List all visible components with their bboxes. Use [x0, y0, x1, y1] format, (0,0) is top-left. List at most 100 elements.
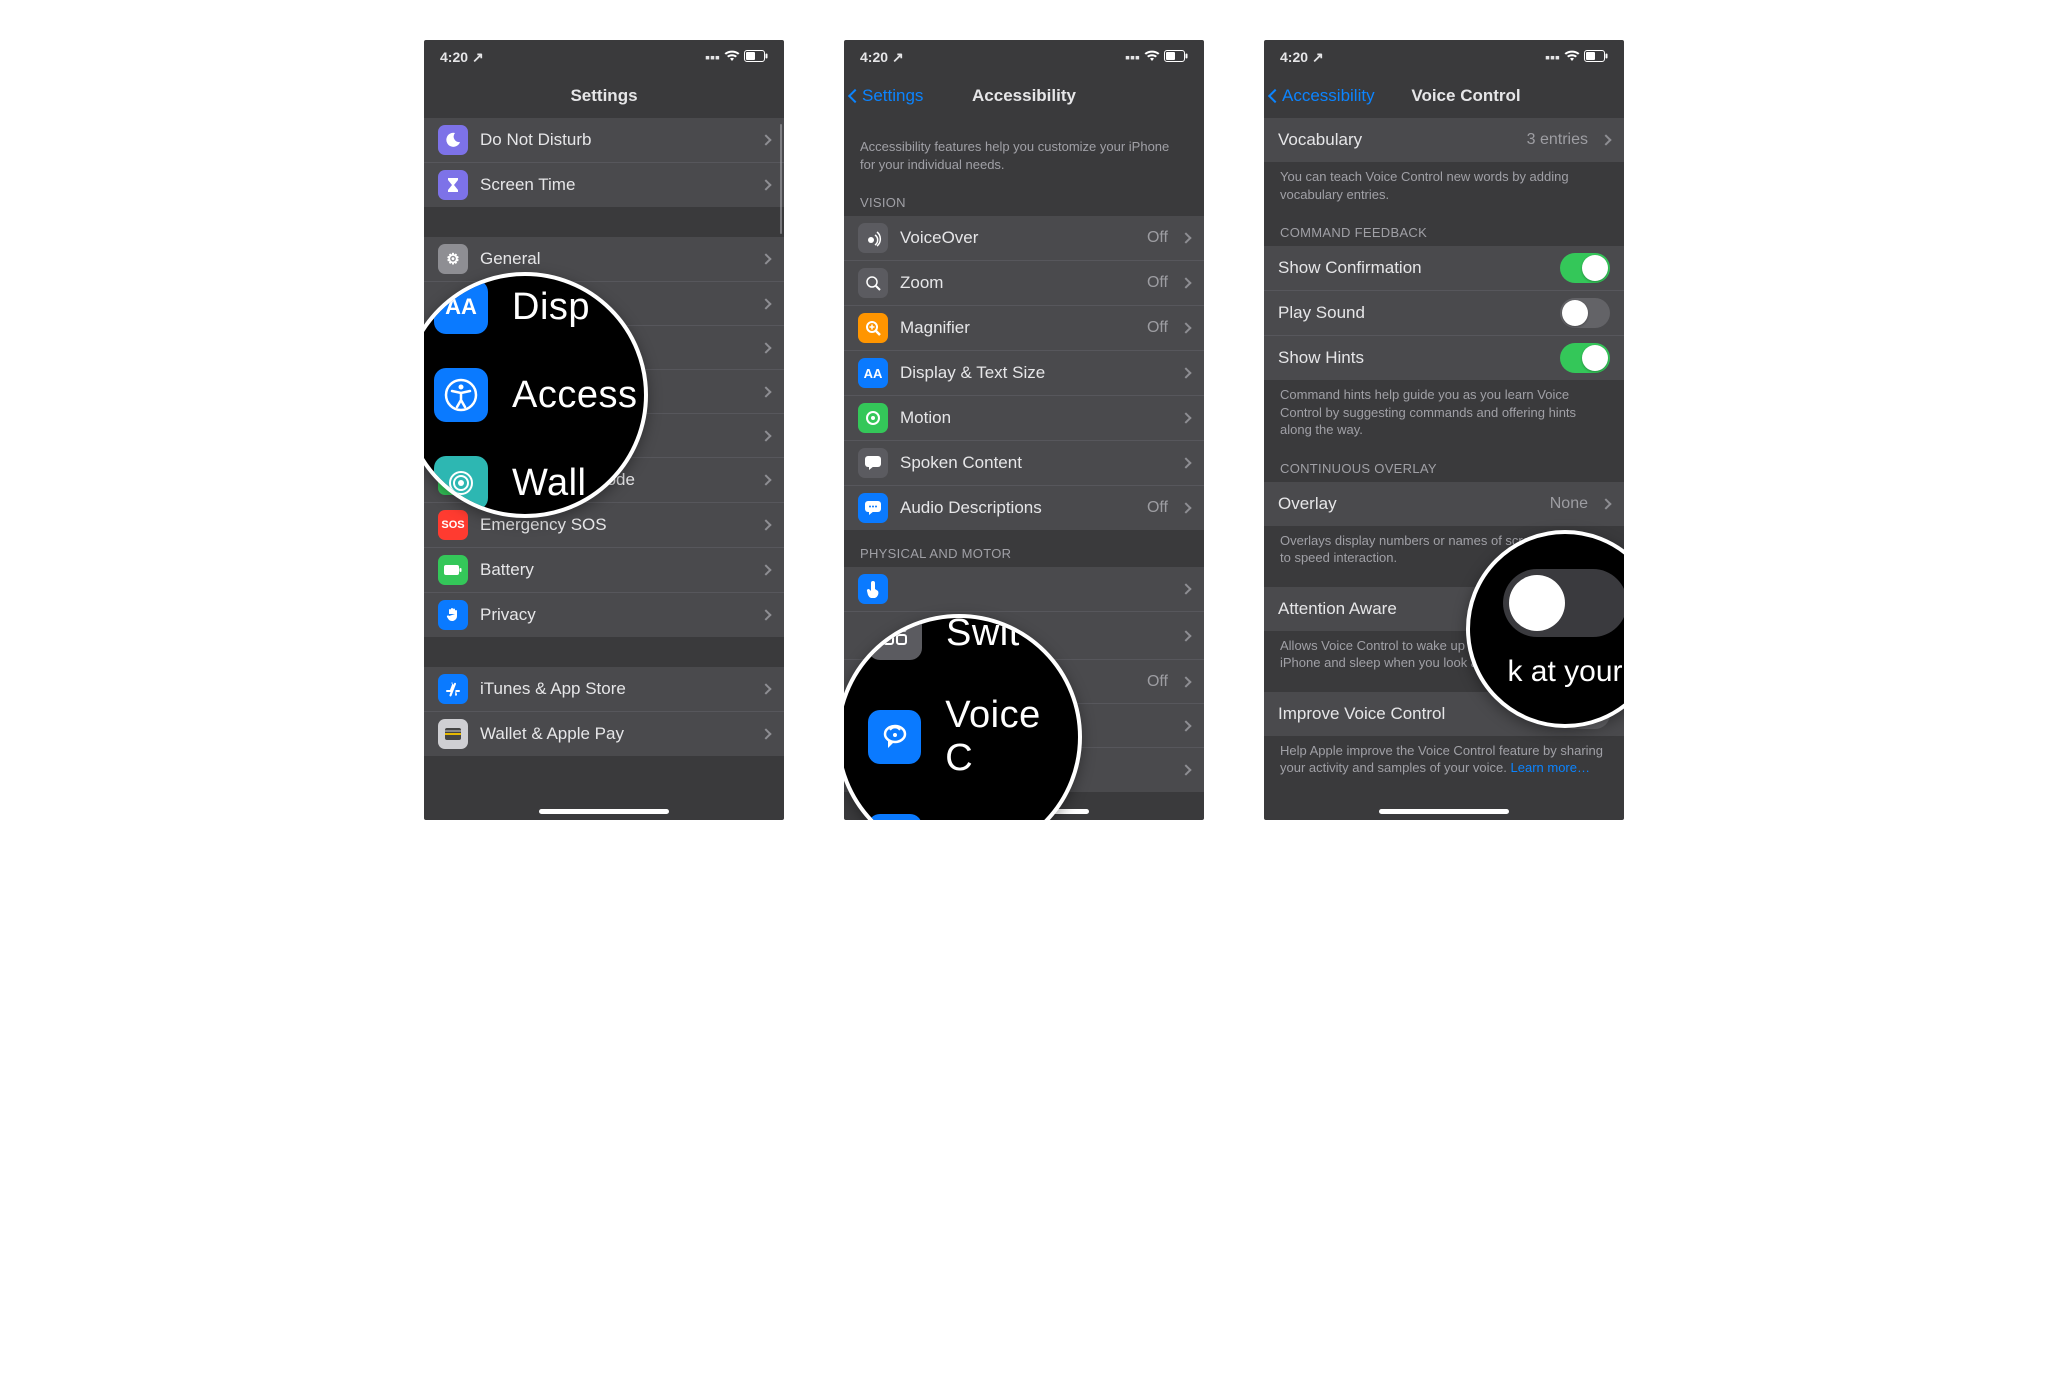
- row-label: Motion: [900, 408, 1178, 428]
- wallet-icon: [438, 719, 468, 749]
- screen-voice-control: 4:20 ↗ ▪▪▪ Accessibility Voice Control V…: [1264, 40, 1624, 820]
- section-header-overlay: Continuous Overlay: [1264, 445, 1624, 482]
- status-time: 4:20: [860, 49, 888, 65]
- chevron-right-icon: [1180, 367, 1191, 378]
- magnifier-callout: k at your: [1466, 530, 1624, 728]
- learn-more-link[interactable]: Learn more…: [1511, 760, 1590, 775]
- magnifier-callout: AA Disp Access Wall: [424, 272, 648, 518]
- chevron-left-icon: [848, 89, 862, 103]
- row-audio-desc[interactable]: Audio Descriptions Off: [844, 486, 1204, 530]
- battery-icon: [1164, 49, 1188, 65]
- chevron-right-icon: [1180, 322, 1191, 333]
- touch-icon: [858, 574, 888, 604]
- row-screen-time[interactable]: Screen Time: [424, 163, 784, 207]
- chevron-right-icon: [1180, 412, 1191, 423]
- chevron-right-icon: [760, 179, 771, 190]
- row-motion[interactable]: Motion: [844, 396, 1204, 441]
- row-label: Wallet & Apple Pay: [480, 724, 758, 744]
- home-indicator[interactable]: [1379, 809, 1509, 814]
- chevron-right-icon: [760, 342, 771, 353]
- chevron-right-icon: [760, 430, 771, 441]
- signal-icon: ▪▪▪: [1125, 49, 1140, 65]
- wifi-icon: [1564, 49, 1580, 65]
- row-show-confirmation: Show Confirmation: [1264, 246, 1624, 291]
- row-label: Magnifier: [900, 318, 1147, 338]
- chevron-right-icon: [1180, 457, 1191, 468]
- row-value: Off: [1147, 274, 1168, 292]
- side-button-icon: [868, 814, 922, 820]
- textsize-icon: AA: [858, 358, 888, 388]
- battery-icon: [438, 555, 468, 585]
- magnifier-callout: Swit Voice C Side: [844, 614, 1082, 820]
- toggle-show-hints[interactable]: [1560, 343, 1610, 373]
- row-label: Emergency SOS: [480, 515, 758, 535]
- scrollbar[interactable]: [780, 124, 783, 234]
- row-wallet[interactable]: Wallet & Apple Pay: [424, 712, 784, 756]
- zoom-icon: [858, 268, 888, 298]
- chevron-right-icon: [760, 564, 771, 575]
- toggle-show-confirmation[interactable]: [1560, 253, 1610, 283]
- row-show-hints: Show Hints: [1264, 336, 1624, 380]
- status-bar: 4:20 ↗ ▪▪▪: [1264, 40, 1624, 74]
- screen-accessibility: 4:20 ↗ ▪▪▪ Settings Accessibility Access…: [844, 40, 1204, 820]
- chevron-right-icon: [1180, 720, 1191, 731]
- home-indicator[interactable]: [539, 809, 669, 814]
- row-itunes[interactable]: iTunes & App Store: [424, 667, 784, 712]
- battery-icon: [744, 49, 768, 65]
- location-icon: ↗: [472, 49, 484, 66]
- row-privacy[interactable]: Privacy: [424, 593, 784, 637]
- intro-text: Accessibility features help you customiz…: [844, 132, 1204, 179]
- chevron-right-icon: [760, 386, 771, 397]
- row-value: Off: [1147, 319, 1168, 337]
- switch-icon: [868, 614, 922, 660]
- row-battery[interactable]: Battery: [424, 548, 784, 593]
- back-button[interactable]: Settings: [850, 86, 923, 106]
- nav-bar: Settings: [424, 74, 784, 118]
- row-vocabulary[interactable]: Vocabulary 3 entries: [1264, 118, 1624, 162]
- back-button[interactable]: Accessibility: [1270, 86, 1375, 106]
- row-label: Screen Time: [480, 175, 758, 195]
- chevron-right-icon: [1180, 277, 1191, 288]
- row-display-text[interactable]: AA Display & Text Size: [844, 351, 1204, 396]
- improve-footer: Help Apple improve the Voice Control fea…: [1264, 736, 1624, 783]
- mag-label: Side: [946, 820, 1024, 821]
- row-voiceover[interactable]: VoiceOver Off: [844, 216, 1204, 261]
- row-label: Show Confirmation: [1278, 258, 1560, 278]
- chevron-right-icon: [760, 519, 771, 530]
- screen-settings: 4:20 ↗ ▪▪▪ Settings Do Not Disturb: [424, 40, 784, 820]
- row-label: General: [480, 249, 758, 269]
- accessibility-icon: [434, 368, 488, 422]
- status-bar: 4:20 ↗ ▪▪▪: [424, 40, 784, 74]
- section-header-physical: Physical and Motor: [844, 530, 1204, 567]
- row-value: None: [1550, 495, 1588, 513]
- chevron-right-icon: [760, 298, 771, 309]
- row-magnifier[interactable]: Magnifier Off: [844, 306, 1204, 351]
- speech-icon: [858, 448, 888, 478]
- signal-icon: ▪▪▪: [1545, 49, 1560, 65]
- row-overlay[interactable]: Overlay None: [1264, 482, 1624, 526]
- chevron-right-icon: [760, 134, 771, 145]
- magnifier-icon: [858, 313, 888, 343]
- wifi-icon: [724, 49, 740, 65]
- row-do-not-disturb[interactable]: Do Not Disturb: [424, 118, 784, 163]
- nav-bar: Accessibility Voice Control: [1264, 74, 1624, 118]
- row-label: Play Sound: [1278, 303, 1560, 323]
- status-time: 4:20: [440, 49, 468, 65]
- hand-icon: [438, 600, 468, 630]
- chevron-right-icon: [760, 728, 771, 739]
- toggle-attention-aware-zoom: [1503, 569, 1624, 637]
- row-label: Do Not Disturb: [480, 130, 758, 150]
- row-spoken[interactable]: Spoken Content: [844, 441, 1204, 486]
- mag-label: Disp: [512, 286, 590, 329]
- row-touch[interactable]: [844, 567, 1204, 612]
- signal-icon: ▪▪▪: [705, 49, 720, 65]
- cmd-footer: Command hints help guide you as you lear…: [1264, 380, 1624, 445]
- voice-control-icon: [868, 710, 921, 764]
- chevron-right-icon: [1180, 502, 1191, 513]
- status-time: 4:20: [1280, 49, 1308, 65]
- row-zoom[interactable]: Zoom Off: [844, 261, 1204, 306]
- toggle-play-sound[interactable]: [1560, 298, 1610, 328]
- appstore-icon: [438, 674, 468, 704]
- chevron-right-icon: [760, 609, 771, 620]
- row-label: Zoom: [900, 273, 1147, 293]
